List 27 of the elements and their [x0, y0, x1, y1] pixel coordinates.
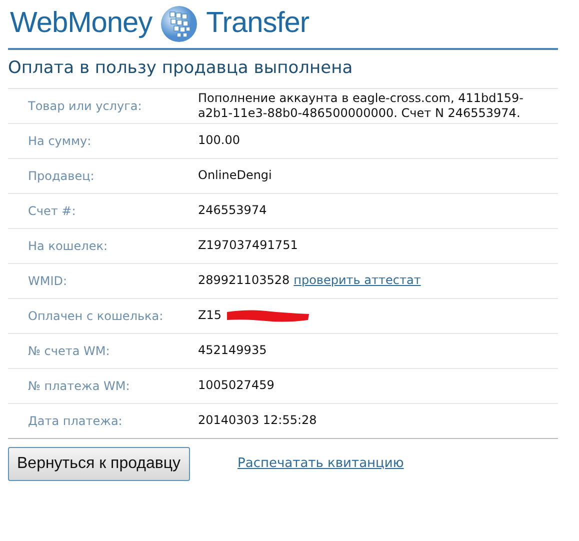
- back-button[interactable]: Вернуться к продавцу: [8, 446, 190, 480]
- field-value: 1005027459: [198, 378, 274, 393]
- field-label: Оплачен с кошелька:: [27, 308, 164, 324]
- field-label: WMID:: [27, 272, 68, 290]
- field-label: № счета WM:: [27, 342, 111, 360]
- print-link[interactable]: Распечатать квитанцию: [238, 454, 404, 474]
- field-value: 246553974: [198, 203, 267, 218]
- field-value: Z15: [198, 308, 222, 323]
- brand-name: Transfer: [206, 6, 310, 42]
- field-label: Товар или услуга:: [27, 98, 143, 114]
- field-value: OnlineDengi: [198, 168, 272, 183]
- field-value: 100.00: [198, 133, 240, 148]
- field-value: 20140303 12:55:28: [198, 413, 317, 428]
- field-label: Продавец:: [27, 168, 96, 184]
- field-label: № платежа WM:: [27, 378, 131, 394]
- field-value: 289921103528: [198, 273, 290, 288]
- field-value: 452149935: [198, 343, 267, 358]
- verify-link[interactable]: проверить аттестат: [294, 273, 421, 288]
- logo-icon: [160, 5, 198, 43]
- page-title: Оплата в пользу продавца выполнена: [8, 56, 558, 88]
- field-label: Счет #:: [27, 202, 77, 220]
- field-label: На кошелек:: [27, 238, 108, 254]
- field-label: Дата платежа:: [27, 412, 124, 430]
- brand-name: WebMoney: [10, 6, 152, 42]
- field-label: На сумму:: [27, 132, 92, 150]
- field-value: Пополнение аккаунта в eagle-cross.com, 411bd159-a2b1-11e3-88b0-486500000000. Счет N 246553974.: [198, 90, 524, 120]
- field-value: Z197037491751: [198, 238, 298, 253]
